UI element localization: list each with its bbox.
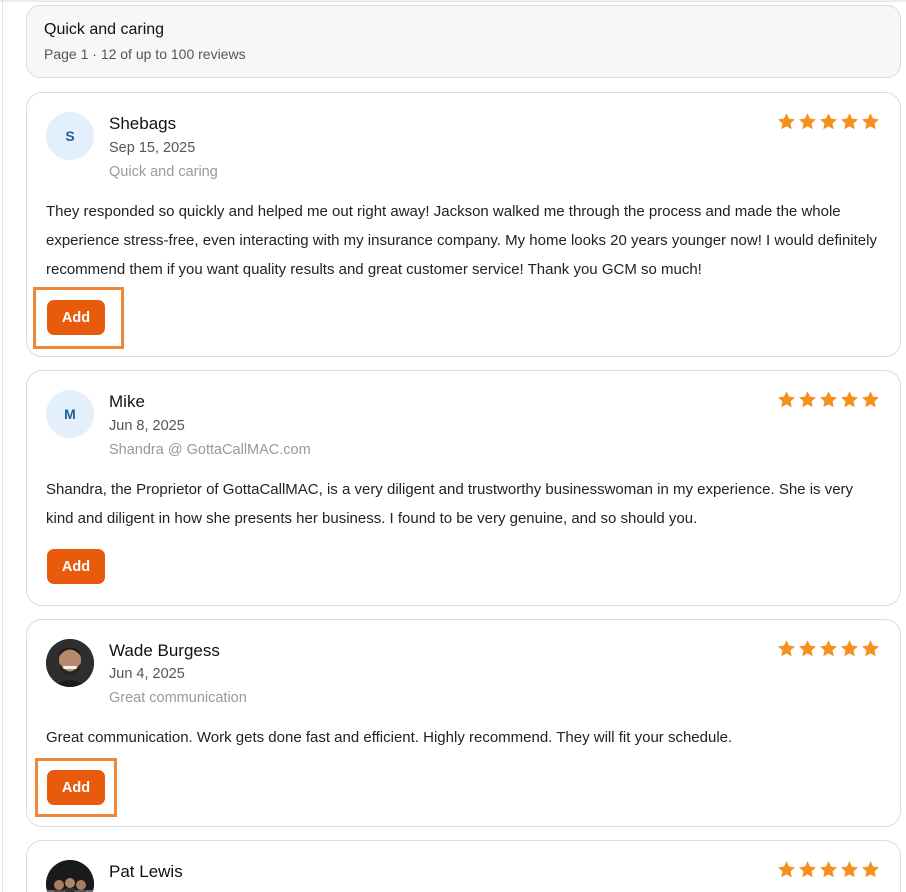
star-icon (841, 861, 858, 878)
star-icon (778, 861, 795, 878)
review-card: Wade Burgess Jun 4, 2025 Great communica… (26, 619, 901, 827)
review-date: Sep 15, 2025 (109, 140, 196, 156)
star-icon (799, 861, 816, 878)
star-icon (778, 113, 795, 130)
star-icon (820, 113, 837, 130)
add-button[interactable]: Add (47, 300, 105, 335)
reviewer-name: Shebags (109, 114, 177, 133)
star-icon (862, 391, 879, 408)
star-icon (841, 391, 858, 408)
pagination-summary: Page 1 · 12 of up to 100 reviews (44, 46, 246, 62)
add-button[interactable]: Add (47, 770, 105, 805)
review-text: Shandra, the Proprietor of GottaCallMAC,… (46, 481, 854, 527)
review-text: They responded so quickly and helped me … (46, 203, 877, 278)
review-title: Great communication (109, 690, 247, 706)
review-date: Jun 4, 2025 (109, 666, 185, 682)
review-date: Jun 8, 2025 (109, 418, 185, 434)
top-divider (0, 0, 906, 2)
review-text: Great communication. Work gets done fast… (46, 729, 733, 746)
star-icon (841, 640, 858, 657)
reviewer-name: Mike (109, 392, 145, 411)
review-title: Shandra @ GottaCallMAC.com (109, 442, 311, 458)
reviewer-name: Pat Lewis (109, 862, 183, 881)
review-card: Pat Lewis (26, 840, 901, 892)
left-divider (2, 0, 3, 892)
star-icon (820, 391, 837, 408)
reviewer-name: Wade Burgess (109, 641, 220, 660)
star-icon (862, 113, 879, 130)
avatar: M (46, 390, 94, 438)
star-icon (862, 861, 879, 878)
star-icon (778, 640, 795, 657)
star-icon (862, 640, 879, 657)
profile-photo-icon (46, 860, 94, 892)
star-icon (778, 391, 795, 408)
add-button[interactable]: Add (47, 549, 105, 584)
star-rating (777, 639, 880, 658)
avatar: S (46, 112, 94, 160)
avatar (46, 860, 94, 892)
review-title: Quick and caring (109, 164, 218, 180)
review-card: S Shebags Sep 15, 2025 Quick and caring … (26, 92, 901, 357)
star-icon (841, 113, 858, 130)
star-rating (777, 112, 880, 131)
avatar (46, 639, 94, 687)
star-rating (777, 390, 880, 409)
star-icon (799, 113, 816, 130)
star-icon (799, 640, 816, 657)
star-icon (820, 640, 837, 657)
review-card: M Mike Jun 8, 2025 Shandra @ GottaCallMA… (26, 370, 901, 606)
filter-title: Quick and caring (44, 21, 165, 38)
star-rating (777, 860, 880, 879)
star-icon (799, 391, 816, 408)
reviews-header: Quick and caring Page 1 · 12 of up to 10… (26, 5, 901, 78)
star-icon (820, 861, 837, 878)
profile-photo-icon (46, 639, 94, 687)
